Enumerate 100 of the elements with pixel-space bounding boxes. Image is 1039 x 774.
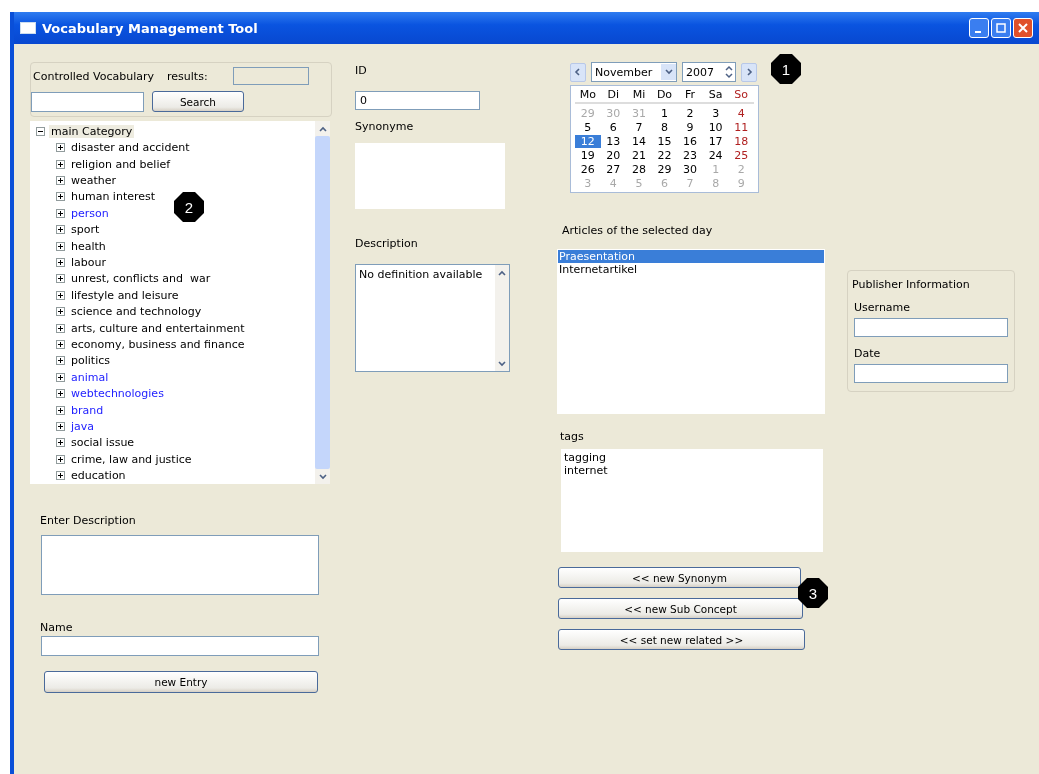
calendar-day[interactable]: 19 <box>575 149 601 162</box>
tree-item[interactable]: labour <box>69 255 108 269</box>
expand-icon[interactable] <box>56 290 65 300</box>
search-field[interactable] <box>31 91 144 112</box>
calendar-day[interactable]: 28 <box>626 163 652 176</box>
expand-icon[interactable] <box>56 192 65 202</box>
previous-month-button[interactable] <box>570 62 586 82</box>
tree-item[interactable]: health <box>69 239 108 253</box>
expand-icon[interactable] <box>56 307 65 317</box>
expand-icon[interactable] <box>56 323 65 333</box>
calendar-day[interactable]: 4 <box>728 107 754 120</box>
calendar-day[interactable]: 11 <box>728 121 754 134</box>
tree-item[interactable]: religion and belief <box>69 157 173 171</box>
tree-item[interactable]: brand <box>69 403 106 417</box>
calendar-day[interactable]: 3 <box>702 107 729 120</box>
calendar-day[interactable]: 23 <box>677 149 703 162</box>
expand-icon[interactable] <box>56 208 65 218</box>
calendar-day[interactable]: 17 <box>702 135 729 148</box>
expand-icon[interactable] <box>56 175 65 185</box>
list-item[interactable]: Praesentation <box>558 250 824 263</box>
tree-item[interactable]: human interest <box>69 190 158 204</box>
expand-icon[interactable] <box>56 225 65 235</box>
tree-item[interactable]: science and technology <box>69 305 204 319</box>
calendar-day[interactable]: 24 <box>702 149 729 162</box>
list-item[interactable]: internet <box>563 464 821 477</box>
list-item[interactable]: tagging <box>563 451 821 464</box>
calendar-day[interactable]: 9 <box>677 121 703 134</box>
month-dropdown[interactable]: November <box>591 62 677 82</box>
expand-icon[interactable] <box>56 143 65 153</box>
calendar-day[interactable]: 10 <box>702 121 729 134</box>
weekday-label: Do <box>651 88 678 104</box>
collapse-icon[interactable] <box>36 126 45 136</box>
tree-item[interactable]: main Category <box>49 124 135 138</box>
expand-icon[interactable] <box>56 159 65 169</box>
expand-icon[interactable] <box>56 340 65 349</box>
calendar-day[interactable]: 27 <box>600 163 627 176</box>
action-button[interactable]: << new Sub Concept <box>558 598 803 619</box>
calendar-day[interactable]: 5 <box>575 121 601 134</box>
text-input[interactable] <box>854 364 1008 383</box>
list-item[interactable]: Internetartikel <box>558 263 824 276</box>
calendar-day[interactable]: 25 <box>728 149 754 162</box>
tree-item[interactable]: economy, business and finance <box>69 338 247 351</box>
calendar-day[interactable]: 29 <box>651 163 678 176</box>
tree-item[interactable]: politics <box>69 354 112 368</box>
callout-badge: 3 <box>798 578 828 608</box>
calendar-day[interactable]: 12 <box>575 135 601 148</box>
tree-item[interactable]: sport <box>69 223 102 237</box>
tree-item[interactable]: webtechnologies <box>69 387 166 401</box>
tree-item[interactable]: crime, law and justice <box>69 452 194 466</box>
calendar-day[interactable]: 1 <box>651 107 678 120</box>
expand-icon[interactable] <box>56 405 65 415</box>
action-button[interactable]: << set new related >> <box>558 629 805 650</box>
action-button[interactable]: << new Synonym <box>558 567 801 588</box>
tree-item[interactable]: lifestyle and leisure <box>69 288 181 302</box>
calendar-day[interactable]: 13 <box>600 135 627 148</box>
expand-icon[interactable] <box>56 274 65 284</box>
tree-item[interactable]: java <box>69 420 97 433</box>
expand-icon[interactable] <box>56 454 65 464</box>
new-entry-button[interactable]: new Entry <box>44 671 318 693</box>
calendar-day[interactable]: 22 <box>651 149 678 162</box>
tree-item[interactable]: weather <box>69 173 119 187</box>
expand-icon[interactable] <box>56 257 65 267</box>
calendar-day[interactable]: 7 <box>626 121 652 134</box>
minimize-button[interactable] <box>969 18 989 38</box>
text-input[interactable] <box>854 318 1008 337</box>
calendar-day[interactable]: 18 <box>728 135 754 148</box>
calendar-day[interactable]: 30 <box>677 163 703 176</box>
calendar-day[interactable]: 6 <box>600 121 627 134</box>
tree-item[interactable]: education <box>69 469 128 483</box>
year-spinner[interactable]: 2007 <box>682 62 736 82</box>
calendar-day[interactable]: 16 <box>677 135 703 148</box>
tree-item[interactable]: unrest, conflicts and war <box>69 272 213 286</box>
calendar-day[interactable]: 2 <box>677 107 703 120</box>
id-input[interactable]: 0 <box>355 91 480 110</box>
calendar-day[interactable]: 14 <box>626 135 652 148</box>
calendar-day[interactable]: 20 <box>600 149 627 162</box>
name-input[interactable] <box>41 636 319 656</box>
calendar-day[interactable]: 15 <box>651 135 678 148</box>
spinner-icon[interactable] <box>723 64 735 80</box>
expand-icon[interactable] <box>56 471 65 481</box>
description-input[interactable] <box>41 535 319 595</box>
calendar-day[interactable]: 26 <box>575 163 601 176</box>
scrollbar[interactable] <box>495 265 509 371</box>
expand-icon[interactable] <box>56 241 65 251</box>
expand-icon[interactable] <box>56 372 65 382</box>
tree-item[interactable]: disaster and accident <box>69 141 192 155</box>
close-button[interactable] <box>1013 18 1033 38</box>
scrollbar[interactable] <box>315 121 330 484</box>
calendar-day[interactable]: 21 <box>626 149 652 162</box>
tree-item[interactable]: arts, culture and entertainment <box>69 321 247 335</box>
maximize-button[interactable] <box>991 18 1011 38</box>
expand-icon[interactable] <box>56 422 65 431</box>
tree-item[interactable]: social issue <box>69 436 137 450</box>
search-button[interactable]: Search <box>152 91 244 112</box>
expand-icon[interactable] <box>56 389 65 399</box>
calendar-day[interactable]: 8 <box>651 121 678 134</box>
tree-item[interactable]: animal <box>69 370 111 384</box>
expand-icon[interactable] <box>56 438 65 448</box>
tree-item[interactable]: person <box>69 206 111 220</box>
expand-icon[interactable] <box>56 356 65 366</box>
